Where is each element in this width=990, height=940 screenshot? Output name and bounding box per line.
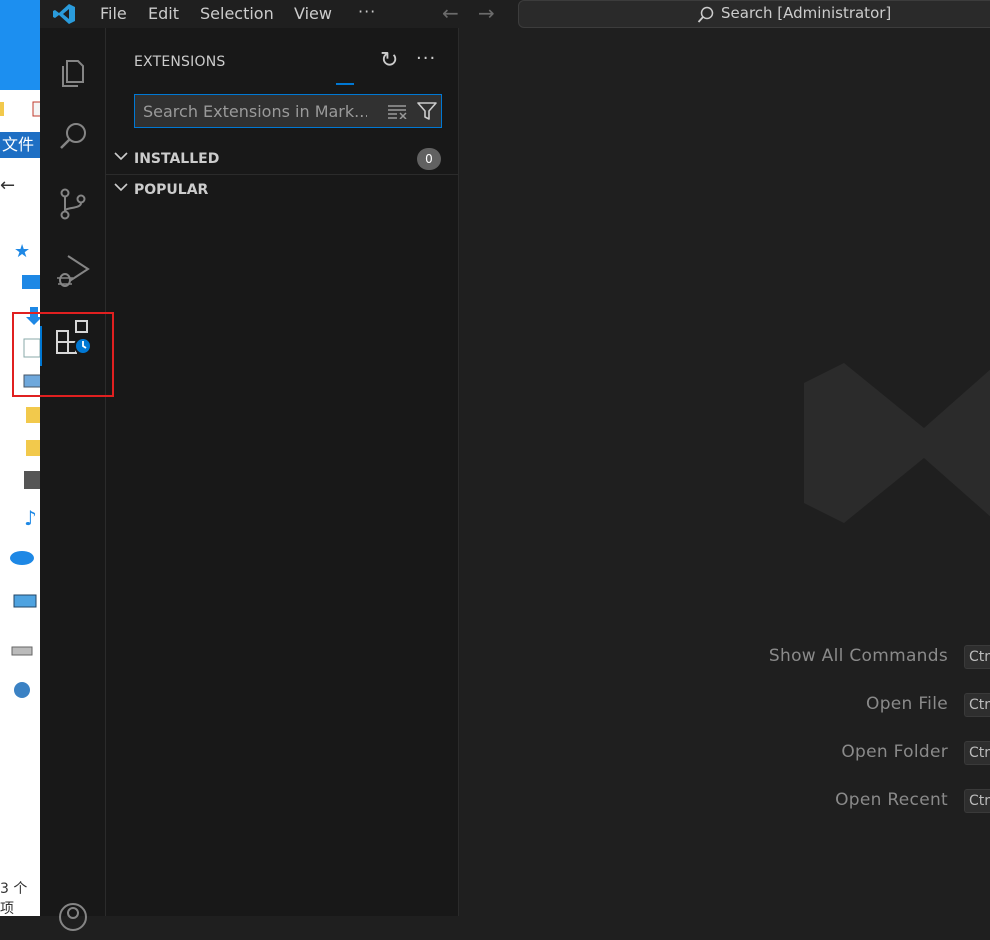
background-explorer-window: 文件 ← ★ ♪ 3 个项 xyxy=(0,0,40,916)
section-installed-label: INSTALLED xyxy=(134,151,220,167)
accounts-icon[interactable] xyxy=(54,898,92,936)
shortcut-label: Show All Commands xyxy=(768,646,948,666)
menu-edit[interactable]: Edit xyxy=(148,3,179,25)
vscode-watermark-icon xyxy=(804,363,990,523)
sidebar-title: EXTENSIONS xyxy=(134,54,226,70)
extensions-search-box xyxy=(134,94,442,128)
run-debug-icon[interactable] xyxy=(54,250,92,288)
explorer-nav-icons: ★ ♪ xyxy=(10,241,40,698)
refresh-icon[interactable]: ↻ xyxy=(380,48,398,73)
vscode-window: File Edit Selection View ··· ← → Search … xyxy=(40,0,990,931)
menu-more-icon[interactable]: ··· xyxy=(358,2,376,21)
menu-view[interactable]: View xyxy=(294,3,332,25)
search-icon xyxy=(697,6,714,23)
shortcut-open-recent[interactable]: Open Recent Ctrl xyxy=(690,789,990,815)
progress-indicator xyxy=(336,83,354,85)
explorer-toolbar xyxy=(0,90,40,132)
shortcut-key: Ctrl xyxy=(964,693,990,717)
forward-arrow-icon[interactable]: → xyxy=(478,1,495,25)
menu-file[interactable]: File xyxy=(100,3,127,25)
status-item-count: 3 个项 xyxy=(0,881,28,916)
back-arrow-icon[interactable]: ← xyxy=(0,175,15,196)
shortcut-label: Open File xyxy=(866,694,948,714)
section-popular-label: POPULAR xyxy=(134,182,209,198)
section-divider xyxy=(106,174,458,175)
shortcut-open-folder[interactable]: Open Folder Ctrl xyxy=(690,741,990,767)
menu-selection[interactable]: Selection xyxy=(200,3,274,25)
highlight-annotation-box xyxy=(12,312,114,397)
search-icon[interactable] xyxy=(54,118,92,156)
vscode-logo-icon xyxy=(53,4,75,24)
extensions-search-input[interactable] xyxy=(135,95,375,127)
svg-text:★: ★ xyxy=(14,241,30,262)
filter-icon[interactable] xyxy=(417,101,437,121)
shortcut-key: Ctrl xyxy=(964,645,990,669)
title-bar: File Edit Selection View ··· ← → Search … xyxy=(40,0,990,28)
shortcut-key: Ctrl xyxy=(964,789,990,813)
shortcut-open-file[interactable]: Open File Ctrl xyxy=(690,693,990,719)
shortcut-label: Open Folder xyxy=(841,742,948,762)
more-actions-icon[interactable]: ··· xyxy=(416,48,436,69)
shortcut-key: Ctrl xyxy=(964,741,990,765)
file-menu-tab[interactable]: 文件 xyxy=(0,132,40,158)
toolbar-icons xyxy=(0,101,40,117)
section-installed[interactable]: INSTALLED 0 xyxy=(106,145,458,173)
shortcut-show-all-commands[interactable]: Show All Commands Ctrl xyxy=(690,645,990,671)
activity-bar xyxy=(40,28,106,931)
installed-count-badge: 0 xyxy=(417,148,441,170)
extensions-sidebar: EXTENSIONS ↻ ··· INSTALLED 0 xyxy=(106,28,459,916)
command-center-search[interactable]: Search [Administrator] xyxy=(518,0,990,28)
editor-area: Show All Commands Ctrl Open File Ctrl Op… xyxy=(459,28,990,916)
chevron-down-icon xyxy=(114,183,128,192)
section-popular[interactable]: POPULAR xyxy=(106,176,458,204)
explorer-icon[interactable] xyxy=(54,52,92,90)
chevron-down-icon xyxy=(114,152,128,161)
explorer-title-area xyxy=(0,0,40,90)
svg-text:♪: ♪ xyxy=(24,506,37,530)
back-arrow-icon[interactable]: ← xyxy=(442,1,459,25)
source-control-icon[interactable] xyxy=(54,185,92,223)
command-center-label: Search [Administrator] xyxy=(721,4,892,22)
shortcut-label: Open Recent xyxy=(835,790,948,810)
clear-filter-icon[interactable] xyxy=(387,103,407,119)
